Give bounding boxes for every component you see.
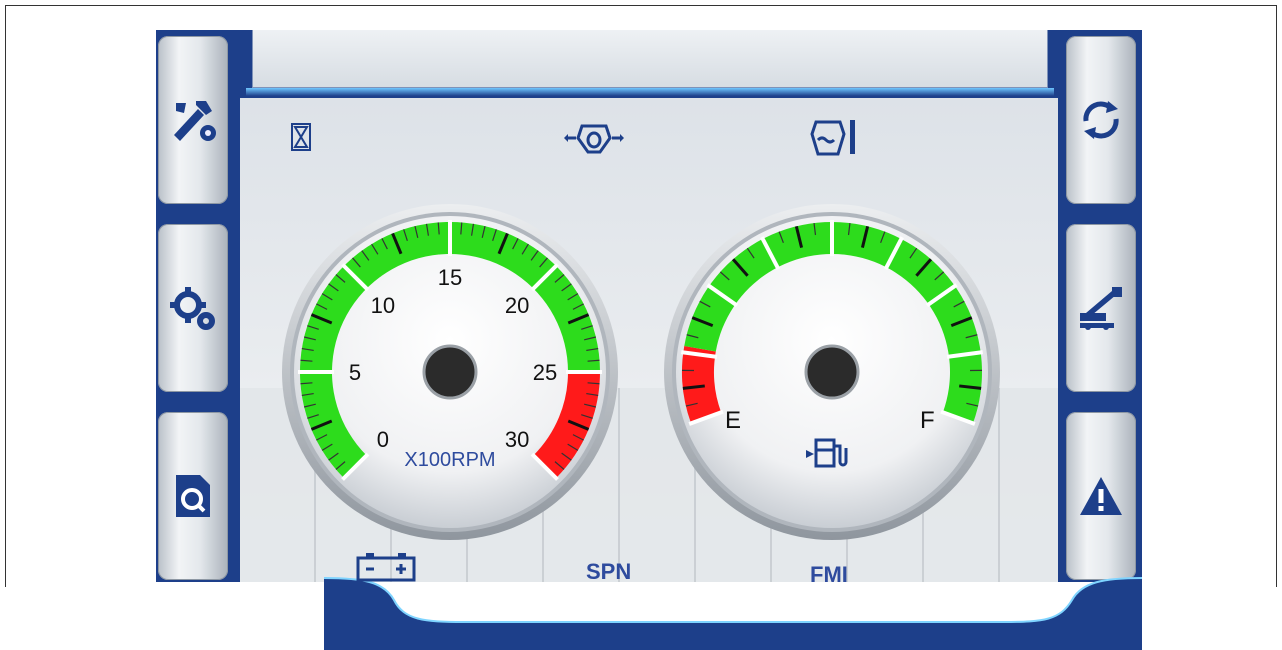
battery-icon xyxy=(356,552,416,582)
tachometer-needle-hub xyxy=(424,346,476,398)
refresh-button[interactable] xyxy=(1066,36,1136,204)
dashboard: 0 5 10 15 20 25 30 X100RPM E F xyxy=(156,30,1142,582)
warning-icon xyxy=(1076,471,1126,521)
tachometer-tick-label: 10 xyxy=(371,293,395,318)
document-search-icon xyxy=(168,471,218,521)
oil-pressure-icon xyxy=(564,118,624,156)
refresh-icon xyxy=(1076,95,1126,145)
fuel-empty-label: E xyxy=(725,407,741,434)
tachometer-tick-label: 20 xyxy=(505,293,529,318)
tachometer-tick-label: 15 xyxy=(438,265,462,290)
fuel-needle-hub xyxy=(806,346,858,398)
tachometer-tick-label: 25 xyxy=(533,360,557,385)
tachometer-tick-label: 0 xyxy=(377,427,389,452)
warning-button[interactable] xyxy=(1066,412,1136,580)
spn-label: SPN xyxy=(586,559,631,585)
main-panel: 0 5 10 15 20 25 30 X100RPM E F xyxy=(240,98,1058,582)
tachometer-tick-label: 30 xyxy=(505,427,529,452)
fmi-label: FMI xyxy=(810,562,848,588)
coolant-temperature-icon xyxy=(808,116,860,158)
settings-tools-button[interactable] xyxy=(158,36,228,204)
gears-icon xyxy=(168,283,218,333)
hourglass-icon xyxy=(288,120,314,154)
crane-button[interactable] xyxy=(1066,224,1136,392)
top-status-bar xyxy=(252,30,1048,88)
fuel-gauge: E F xyxy=(662,202,1002,542)
tachometer-gauge: 0 5 10 15 20 25 30 X100RPM xyxy=(280,202,620,542)
tachometer-tick-label: 5 xyxy=(349,360,361,385)
crane-icon xyxy=(1076,283,1126,333)
wrench-screwdriver-icon xyxy=(168,95,218,145)
tachometer-unit-label: X100RPM xyxy=(404,449,495,471)
fuel-full-label: F xyxy=(920,407,935,434)
system-settings-button[interactable] xyxy=(158,224,228,392)
top-glow-line xyxy=(246,88,1054,96)
document-search-button[interactable] xyxy=(158,412,228,580)
bottom-bar xyxy=(324,572,1142,650)
